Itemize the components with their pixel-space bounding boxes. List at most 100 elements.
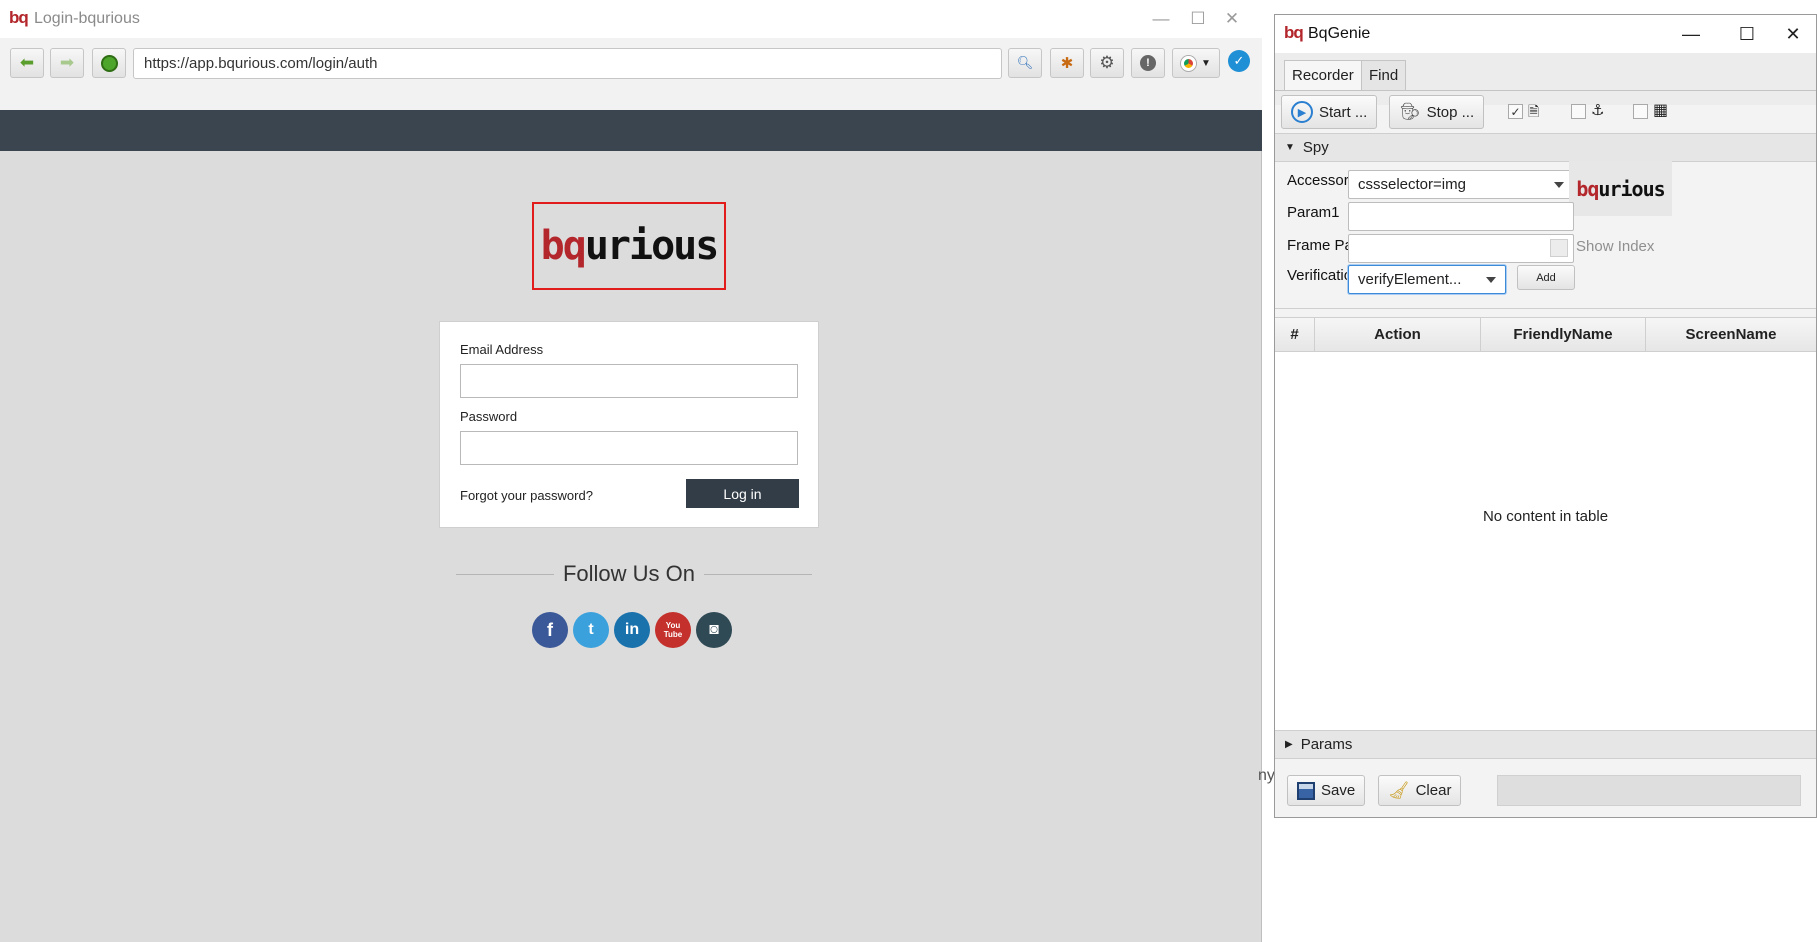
form-divider — [1275, 308, 1816, 309]
anchor-icon: ⚓ — [1591, 102, 1605, 119]
password-field[interactable] — [460, 431, 798, 465]
floppy-disk-icon — [1297, 781, 1315, 800]
start-button[interactable]: ▶ Start ... — [1281, 95, 1378, 129]
address-bar[interactable] — [133, 48, 1002, 79]
stop-button-label: Stop ... — [1426, 103, 1475, 121]
maximize-button[interactable]: ☐ — [1724, 15, 1770, 53]
follow-us-title: Follow Us On — [562, 561, 696, 586]
info-icon: ! — [1140, 55, 1156, 71]
divider-left — [456, 574, 554, 575]
play-icon: ▶ — [1291, 101, 1313, 123]
forward-button[interactable]: ➡ — [50, 48, 84, 78]
facebook-icon[interactable]: f — [532, 612, 568, 648]
linkedin-glyph: in — [624, 621, 640, 638]
youtube-glyph: You Tube — [663, 621, 683, 639]
show-index-checkbox[interactable] — [1550, 239, 1568, 257]
table-checkbox[interactable] — [1633, 104, 1648, 119]
forward-arrow-icon: ➡ — [59, 53, 75, 72]
slideshare-icon[interactable]: ◙ — [696, 612, 732, 648]
browser-select-button[interactable]: ▼ — [1172, 48, 1220, 78]
column-header-friendlyname[interactable]: FriendlyName — [1481, 318, 1646, 352]
spy-agent-icon: 🕵︎ — [1399, 102, 1421, 121]
twitter-glyph: t — [588, 621, 594, 638]
verification-select[interactable]: verifyElement... — [1348, 265, 1506, 294]
background-window-text: ny — [1258, 767, 1275, 784]
element-preview-image: bqurious — [1569, 161, 1672, 216]
back-button[interactable]: ⬅ — [10, 48, 44, 78]
accessor-value: cssselector=img — [1358, 176, 1466, 193]
minimize-button[interactable]: — — [1668, 15, 1714, 53]
start-button-label: Start ... — [1319, 103, 1368, 121]
bqurious-app-icon: bq — [9, 8, 29, 27]
broom-icon: 🧹︎ — [1388, 780, 1410, 800]
tab-divider — [1275, 90, 1816, 91]
frame-path-field[interactable] — [1348, 234, 1574, 263]
divider-right — [704, 574, 812, 575]
anchor-checkbox[interactable] — [1571, 104, 1586, 119]
back-arrow-icon: ⬅ — [19, 53, 35, 72]
save-button[interactable]: Save — [1287, 775, 1366, 806]
verification-value: verifyElement... — [1358, 271, 1462, 288]
browser-titlebar: bq Login-bqurious — ☐ ✕ — [0, 0, 1262, 38]
linkedin-icon[interactable]: in — [614, 612, 650, 648]
login-button[interactable]: Log in — [686, 479, 799, 508]
accessor-label: Accessor — [1287, 172, 1349, 189]
bqgenie-title: BqGenie — [1308, 25, 1371, 42]
document-checkbox[interactable]: ✓ — [1508, 104, 1523, 119]
column-header-screenname[interactable]: ScreenName — [1646, 318, 1816, 352]
empty-table-message: No content in table — [1482, 508, 1609, 525]
desktop-background — [1262, 0, 1274, 942]
site-header-bar — [0, 110, 1262, 151]
password-label: Password — [460, 409, 518, 424]
column-header-number[interactable]: # — [1275, 318, 1315, 352]
forgot-password-link[interactable]: Forgot your password? — [460, 488, 593, 503]
checkmark-icon[interactable]: ✓ — [1228, 50, 1250, 72]
gear-icon: ⚙ — [1099, 53, 1115, 72]
refresh-button[interactable] — [92, 48, 126, 78]
slideshare-glyph: ◙ — [709, 621, 719, 638]
chevron-down-icon: ▼ — [1201, 57, 1211, 69]
param1-field[interactable] — [1348, 202, 1574, 231]
login-form: Email Address Password Forgot your passw… — [439, 321, 819, 528]
refresh-icon — [100, 54, 118, 72]
bug-icon: ✱ — [1060, 55, 1074, 72]
status-bar — [1497, 775, 1801, 806]
spy-section-header[interactable]: ▼ Spy — [1275, 133, 1816, 162]
column-header-action[interactable]: Action — [1315, 318, 1481, 352]
params-title: Params — [1300, 736, 1353, 753]
tab-recorder[interactable]: Recorder — [1284, 60, 1362, 90]
preview-logo-red-text: bq — [1576, 176, 1599, 201]
logo-black-text: urious — [584, 223, 719, 269]
search-button[interactable]: 🔍︎ — [1008, 48, 1042, 78]
twitter-icon[interactable]: t — [573, 612, 609, 648]
chrome-icon — [1181, 55, 1197, 71]
facebook-glyph: f — [547, 619, 553, 640]
accessor-select[interactable]: cssselector=img — [1348, 170, 1574, 199]
bqurious-logo: bqurious — [532, 202, 726, 290]
browser-title: Login-bqurious — [34, 10, 140, 27]
email-field[interactable] — [460, 364, 798, 398]
table-icon: ▦ — [1653, 102, 1669, 119]
bqgenie-titlebar: bq BqGenie — ☐ ✕ — [1275, 15, 1816, 53]
save-button-label: Save — [1321, 782, 1356, 799]
browser-window: bq Login-bqurious — ☐ ✕ ⬅ ➡ 🔍︎ ✱ ⚙ ! ▼ ✓… — [0, 0, 1262, 942]
chevron-down-icon — [1486, 276, 1496, 283]
settings-button[interactable]: ⚙ — [1090, 48, 1124, 78]
clear-button[interactable]: 🧹︎ Clear — [1378, 775, 1462, 806]
param1-label: Param1 — [1287, 204, 1340, 221]
chevron-down-icon — [1554, 181, 1564, 188]
frame-path-label: Frame Path — [1287, 237, 1349, 254]
collapse-triangle-icon: ▼ — [1285, 142, 1295, 153]
email-label: Email Address — [460, 342, 544, 357]
search-icon: 🔍︎ — [1016, 55, 1034, 70]
close-button[interactable]: ✕ — [1209, 0, 1255, 38]
close-button[interactable]: ✕ — [1770, 15, 1816, 53]
stop-button[interactable]: 🕵︎ Stop ... — [1389, 95, 1485, 129]
info-button[interactable]: ! — [1131, 48, 1165, 78]
youtube-icon[interactable]: You Tube — [655, 612, 691, 648]
add-button[interactable]: Add — [1517, 265, 1575, 290]
params-section-header[interactable]: ▶ Params — [1275, 730, 1816, 759]
spy-title: Spy — [1302, 139, 1329, 156]
bug-button[interactable]: ✱ — [1050, 48, 1084, 78]
tab-find[interactable]: Find — [1361, 60, 1407, 90]
